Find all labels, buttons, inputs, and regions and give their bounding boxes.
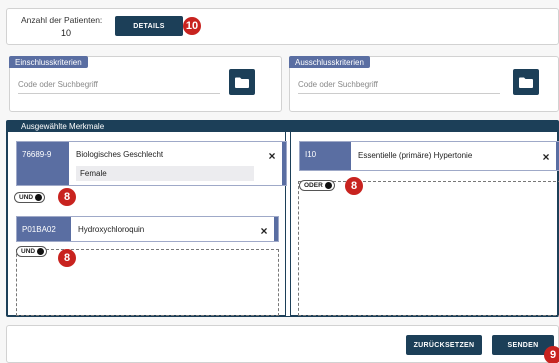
annotation-badge: 8 (58, 249, 76, 267)
patient-count-value: 10 (61, 28, 72, 38)
exclusion-folder-button[interactable] (513, 69, 539, 95)
feature-name: Biologisches Geschlecht (76, 150, 164, 159)
remove-feature-button[interactable]: × (536, 142, 556, 170)
feature-name: Essentielle (primäre) Hypertonie (358, 151, 473, 160)
details-button[interactable]: DETAILS (115, 16, 183, 36)
inclusion-folder-button[interactable] (229, 69, 255, 95)
feature-body: Essentielle (primäre) Hypertonie (351, 142, 536, 170)
inclusion-criteria-panel: Einschlusskriterien (9, 56, 282, 112)
exclusion-criteria-panel: Ausschlusskriterien (289, 56, 559, 112)
card-accent-bar (282, 142, 286, 185)
inclusion-search-input[interactable] (18, 76, 220, 94)
annotation-badge: 8 (58, 188, 76, 206)
feature-body: Biologisches Geschlecht Female (69, 142, 262, 185)
toggle-knob (324, 182, 332, 189)
action-bar: ZURÜCKSETZEN SENDEN 9 (6, 325, 559, 363)
annotation-badge: 9 (544, 346, 559, 363)
feature-card[interactable]: P01BA02 Hydroxychloroquin × (16, 216, 279, 242)
annotation-badge: 8 (345, 177, 363, 195)
folder-icon (519, 77, 533, 88)
feature-name: Hydroxychloroquin (78, 225, 145, 234)
patient-count-label: Anzahl der Patienten: (21, 15, 103, 25)
inclusion-criteria-title: Einschlusskriterien (9, 56, 88, 68)
remove-feature-button[interactable]: × (262, 142, 282, 185)
logic-toggle-label: ODER (304, 182, 323, 189)
feature-code: 76689-9 (17, 142, 69, 185)
logic-toggle[interactable]: UND (14, 192, 46, 203)
toggle-knob (37, 248, 45, 255)
feature-drop-zone[interactable] (298, 181, 559, 316)
feature-body: Hydroxychloroquin (71, 217, 254, 241)
folder-icon (235, 77, 249, 88)
feature-card[interactable]: 76689-9 Biologisches Geschlecht Female × (16, 141, 287, 186)
feature-drop-zone[interactable] (16, 249, 279, 316)
selected-features-title: Ausgewählte Merkmale (7, 121, 558, 132)
feature-selected-value[interactable]: Female (76, 166, 254, 181)
selected-features-panel: Ausgewählte Merkmale 76689-9 Biologische… (6, 120, 559, 317)
card-accent-bar (274, 217, 278, 241)
exclusion-features-column: I10 Essentielle (primäre) Hypertonie × O… (290, 132, 559, 316)
toggle-knob (35, 194, 43, 201)
feature-card[interactable]: I10 Essentielle (primäre) Hypertonie × (299, 141, 559, 171)
logic-toggle-label: UND (21, 248, 36, 255)
patient-count-panel: Anzahl der Patienten: 10 DETAILS 10 (6, 8, 559, 45)
inclusion-features-column: 76689-9 Biologisches Geschlecht Female ×… (7, 132, 287, 316)
exclusion-criteria-title: Ausschlusskriterien (289, 56, 370, 68)
annotation-badge: 10 (183, 17, 201, 35)
reset-button[interactable]: ZURÜCKSETZEN (406, 335, 482, 355)
feature-code: I10 (300, 142, 351, 170)
remove-feature-button[interactable]: × (254, 217, 274, 241)
logic-toggle[interactable]: UND (16, 246, 48, 257)
logic-toggle-label: UND (19, 194, 34, 201)
exclusion-search-input[interactable] (298, 76, 500, 94)
feature-code: P01BA02 (17, 217, 71, 241)
logic-toggle[interactable]: ODER (299, 180, 335, 191)
